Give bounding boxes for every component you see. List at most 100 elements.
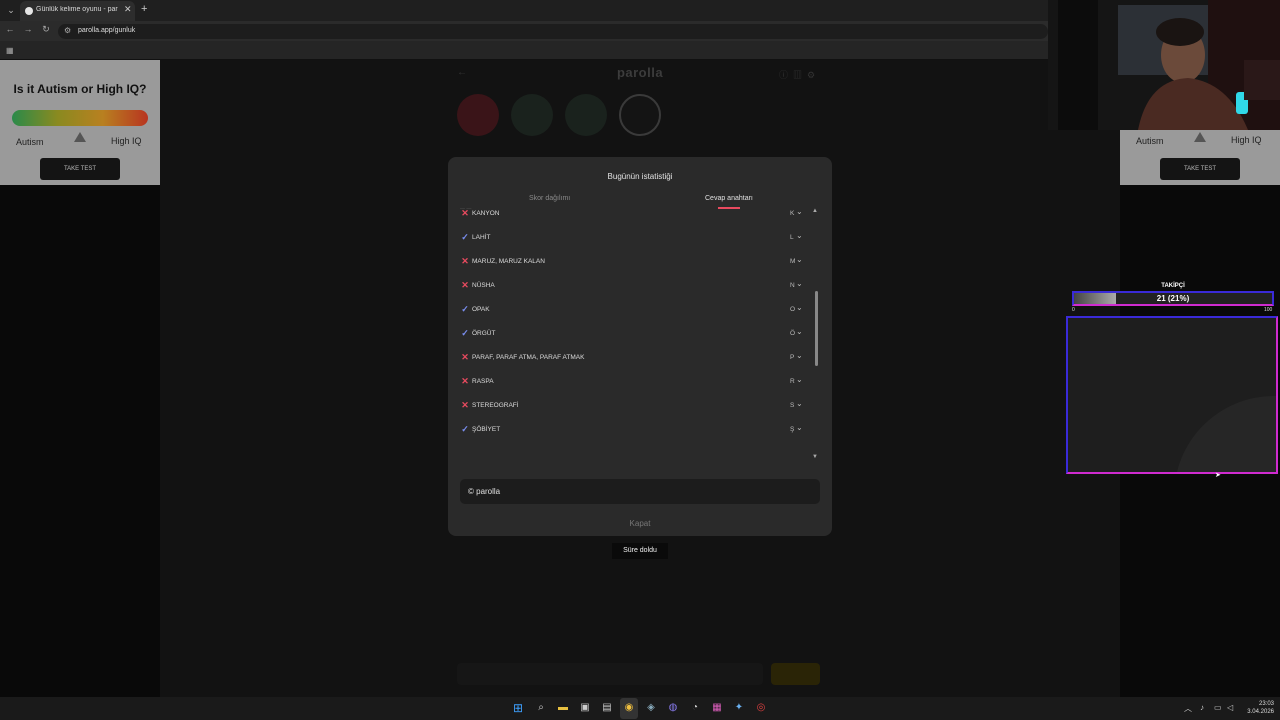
answer-row[interactable]: ✓ OPAK O ⌄ [460, 297, 810, 321]
clock[interactable]: 23:03 3.04.2026 [1240, 700, 1274, 716]
app-icon[interactable]: ✦ [732, 701, 746, 715]
answer-word: LAHİT [472, 234, 491, 241]
cross-icon: ✕ [461, 400, 469, 410]
answer-row[interactable]: ✓ ÖRGÜT Ö ⌄ [460, 321, 810, 345]
windows-start-icon[interactable]: ⊞ [511, 701, 525, 715]
answer-word: NÜSHA [472, 282, 495, 289]
copyright-box: © parolla [460, 479, 820, 504]
ad-left[interactable]: Is it Autism or High IQ? Autism High IQ … [0, 60, 160, 185]
attempt-circle [619, 94, 661, 136]
cross-icon: ✕ [461, 376, 469, 386]
app-icon[interactable]: ▦ [710, 701, 724, 715]
answer-row[interactable]: ✓ LAHİT L ⌄ [460, 225, 810, 249]
chrome-icon[interactable]: ◉ [622, 701, 636, 715]
network-icon[interactable]: ▭ [1214, 703, 1222, 712]
attempt-circle [457, 94, 499, 136]
ad-label-high: High IQ [1231, 135, 1262, 145]
game-header-icons[interactable]: ⓘ▥⚙ [779, 68, 820, 81]
overlay-decoration [1174, 396, 1276, 472]
tray-chevron-icon[interactable]: ︿ [1184, 703, 1192, 714]
follower-max: 100 [1264, 307, 1273, 313]
scrollbar-thumb[interactable] [815, 291, 818, 366]
answer-input[interactable] [457, 663, 763, 685]
attempt-circle [511, 94, 553, 136]
volume-icon[interactable]: ◁ [1227, 703, 1233, 712]
store-icon[interactable]: ▤ [600, 701, 614, 715]
chevron-down-icon[interactable]: ⌄ [796, 279, 803, 288]
answer-word: KANYON [472, 210, 500, 217]
close-button[interactable]: Kapat [448, 519, 832, 528]
chevron-down-icon[interactable]: ⌄ [796, 255, 803, 264]
scroll-up-icon[interactable]: ▲ [812, 208, 818, 214]
app-icon[interactable]: ◎ [754, 701, 768, 715]
site-info-icon[interactable]: ⚙ [64, 26, 71, 35]
apps-grid-icon[interactable]: ▦ [6, 46, 14, 55]
ad-label-low: Autism [1136, 136, 1164, 146]
game-back-icon[interactable]: ← [457, 67, 467, 78]
answer-row[interactable]: ✕ NÜSHA N ⌄ [460, 273, 810, 297]
time-up-toast: Süre doldu [612, 543, 668, 559]
file-explorer-icon[interactable]: ▬ [556, 701, 570, 715]
ad-take-test-button[interactable]: TAKE TEST [1160, 158, 1240, 180]
answer-list: ✕ KANYON K ⌄ ✓ LAHİT L ⌄ ✕ MARUZ, MARUZ KALAN M ⌄ ✕ N… [460, 201, 810, 463]
chevron-down-icon[interactable]: ⌄ [796, 423, 803, 432]
follower-min: 0 [1072, 307, 1075, 313]
microphone-icon[interactable]: ♪ [1200, 703, 1204, 712]
answer-letter: R [790, 378, 795, 385]
answer-row[interactable]: ✕ STEREOGRAFİ S ⌄ [460, 393, 810, 417]
attempt-circle [565, 94, 607, 136]
chevron-down-icon[interactable]: ⌄ [796, 375, 803, 384]
cross-icon: ✕ [461, 208, 469, 218]
url-input[interactable]: ⚙ parolla.app/gunluk [58, 24, 1048, 39]
ad-marker-icon [74, 132, 86, 142]
answer-letter: M [790, 258, 796, 265]
steam-icon[interactable]: ◈ [644, 701, 658, 715]
answer-row[interactable]: ✕ RASPA R ⌄ [460, 369, 810, 393]
answer-word: ŞÖBİYET [472, 426, 501, 433]
ad-title: Is it Autism or High IQ? [13, 82, 147, 96]
search-icon[interactable]: ⌕ [534, 701, 548, 715]
answer-row[interactable]: ✕ MARUZ, MARUZ KALAN M ⌄ [460, 249, 810, 273]
screen: ⌄ Günlük kelime oyunu - parolla ✕ + ← → … [0, 0, 1280, 720]
answer-word: RASPA [472, 378, 494, 385]
close-tab-icon[interactable]: ✕ [124, 4, 132, 15]
ad-right[interactable]: Autism High IQ TAKE TEST [1120, 130, 1280, 185]
answer-letter: N [790, 282, 795, 289]
ad-label-low: Autism [16, 137, 44, 147]
modal-title: Bugünün istatistiği [607, 172, 673, 181]
ad-label-high: High IQ [111, 136, 142, 146]
back-icon[interactable]: ← [4, 24, 16, 34]
answer-letter: Ş [790, 426, 795, 433]
chevron-down-icon[interactable]: ⌄ [796, 351, 803, 360]
tab-search-icon[interactable]: ⌄ [4, 4, 18, 17]
ad-gradient-bar [12, 110, 148, 126]
new-tab-icon[interactable]: + [141, 3, 147, 15]
ad-marker-icon [1194, 132, 1206, 142]
answer-letter: P [790, 354, 795, 361]
submit-button[interactable] [771, 663, 820, 685]
scroll-down-icon[interactable]: ▼ [812, 454, 818, 460]
copyright-text: © parolla [468, 487, 501, 496]
app-icon[interactable]: ◔ [688, 701, 702, 715]
cross-icon: ✕ [461, 280, 469, 290]
chevron-down-icon[interactable]: ⌄ [796, 327, 803, 336]
check-icon: ✓ [461, 232, 469, 242]
answer-row[interactable]: ✕ KANYON K ⌄ [460, 201, 810, 225]
forward-icon[interactable]: → [22, 24, 34, 34]
answer-word: ÖRGÜT [472, 330, 496, 337]
url-text: parolla.app/gunluk [78, 27, 136, 34]
app-icon[interactable]: ▣ [578, 701, 592, 715]
reload-icon[interactable]: ↻ [40, 24, 52, 35]
answer-row[interactable]: ✓ ŞÖBİYET Ş ⌄ [460, 417, 810, 441]
answer-row[interactable]: ✕ PARAF, PARAF ATMA, PARAF ATMAK P ⌄ [460, 345, 810, 369]
ad-take-test-button[interactable]: TAKE TEST [40, 158, 120, 180]
chevron-down-icon[interactable]: ⌄ [796, 207, 803, 216]
browser-tab[interactable]: Günlük kelime oyunu - parolla ✕ [20, 1, 135, 21]
answer-letter: Ö [790, 330, 796, 337]
chevron-down-icon[interactable]: ⌄ [796, 399, 803, 408]
check-icon: ✓ [461, 424, 469, 434]
chevron-down-icon[interactable]: ⌄ [796, 231, 803, 240]
discord-icon[interactable]: ◍ [666, 701, 680, 715]
answer-word: PARAF, PARAF ATMA, PARAF ATMAK [472, 354, 585, 361]
chevron-down-icon[interactable]: ⌄ [796, 303, 803, 312]
